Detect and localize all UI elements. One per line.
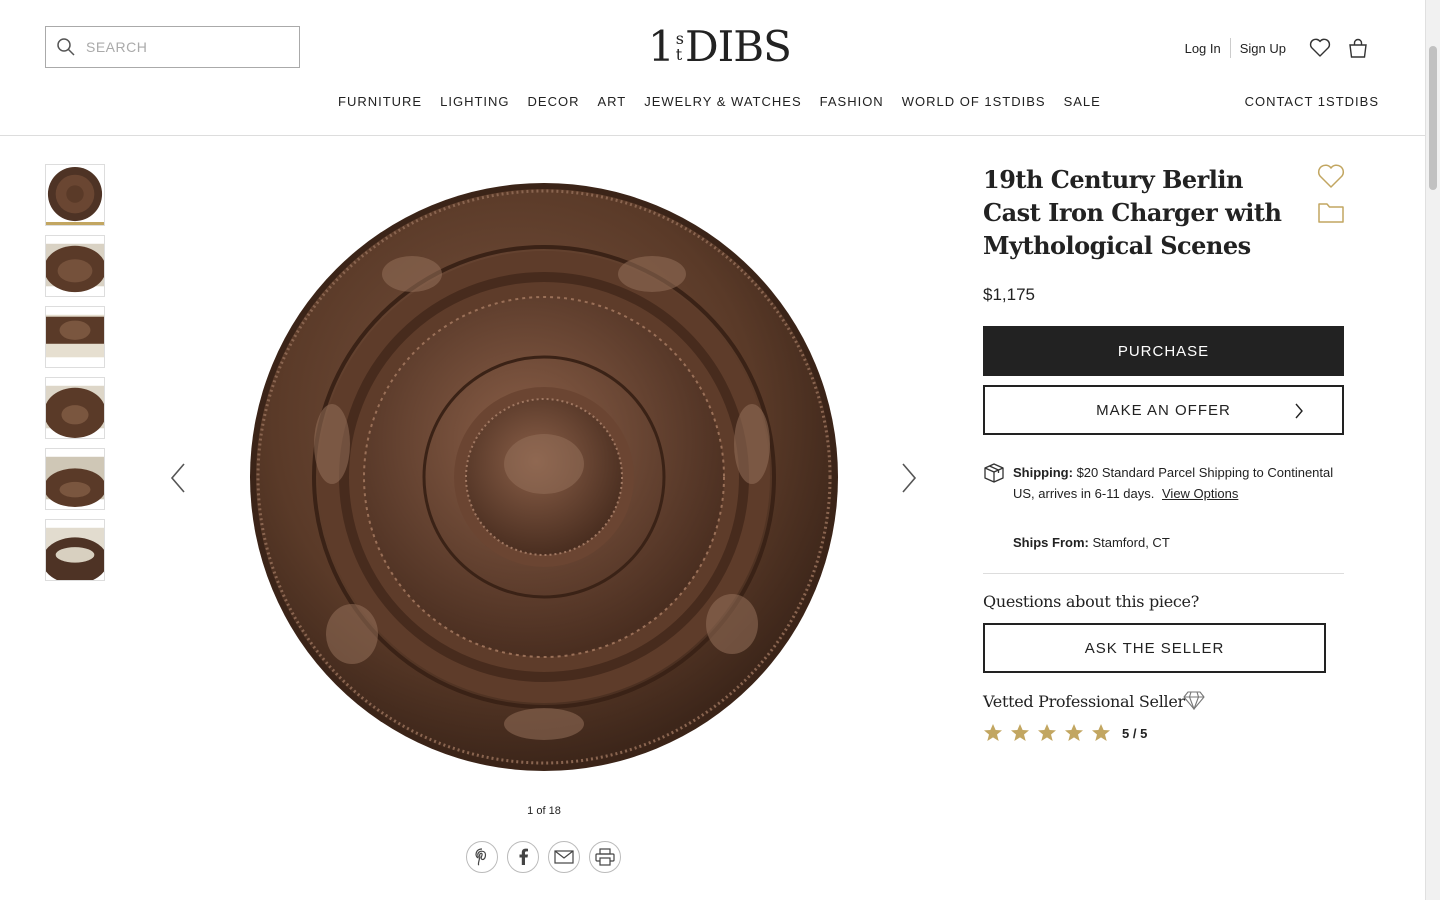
nav-list: FURNITURE LIGHTING DECOR ART JEWELRY & W…	[338, 94, 1101, 109]
star-icon	[1065, 724, 1083, 741]
thumbnail-3[interactable]	[45, 306, 105, 368]
shipping-info: Shipping: $20 Standard Parcel Shipping t…	[1013, 462, 1346, 504]
nav-item-furniture[interactable]: FURNITURE	[338, 94, 422, 109]
thumbnail-image	[46, 456, 104, 508]
nav-item-lighting[interactable]: LIGHTING	[440, 94, 509, 109]
pinterest-share-button[interactable]	[466, 841, 498, 873]
pinterest-icon	[475, 848, 487, 866]
chevron-right-icon	[902, 463, 917, 493]
shipping-box-icon	[983, 462, 1005, 484]
search-input[interactable]	[86, 39, 286, 55]
star-icon	[1011, 724, 1029, 741]
signup-link[interactable]: Sign Up	[1231, 41, 1295, 56]
view-options-link[interactable]: View Options	[1162, 486, 1238, 501]
image-counter: 1 of 18	[527, 805, 561, 817]
product-main-image[interactable]	[232, 164, 856, 794]
star-icon	[1092, 724, 1110, 741]
nav-item-sale[interactable]: SALE	[1064, 94, 1101, 109]
nav-item-jewelry-watches[interactable]: JEWELRY & WATCHES	[644, 94, 801, 109]
favorite-item-button[interactable]	[1317, 163, 1345, 189]
logo-st: s t	[676, 31, 684, 63]
thumbnail-1[interactable]	[45, 164, 105, 226]
favorites-button[interactable]	[1307, 36, 1333, 60]
share-bar	[466, 841, 621, 873]
contact-link[interactable]: CONTACT 1STDIBS	[1245, 94, 1379, 109]
thumbnail-6[interactable]	[45, 519, 105, 581]
ask-seller-button[interactable]: ASK THE SELLER	[983, 623, 1326, 673]
thumbnail-4[interactable]	[45, 377, 105, 439]
vetted-seller-label: Vetted Professional Seller	[983, 692, 1185, 711]
ask-seller-label: ASK THE SELLER	[1084, 639, 1225, 657]
nav-item-world-of-1stdibs[interactable]: WORLD OF 1STDIBS	[902, 94, 1046, 109]
heart-icon	[1317, 164, 1345, 188]
make-offer-label: MAKE AN OFFER	[1096, 401, 1231, 419]
product-price: $1,175	[983, 285, 1035, 304]
gallery-next-button[interactable]	[898, 462, 918, 494]
star-icon	[1038, 724, 1056, 741]
email-icon	[554, 850, 574, 864]
thumbnail-image	[46, 314, 104, 358]
chevron-right-icon	[1295, 403, 1303, 419]
heart-icon	[1309, 38, 1331, 57]
rating-value: 5 / 5	[1122, 725, 1148, 741]
nav-item-fashion[interactable]: FASHION	[820, 94, 884, 109]
cart-button[interactable]	[1345, 36, 1371, 60]
scrollbar-thumb[interactable]	[1429, 46, 1437, 190]
login-link[interactable]: Log In	[1176, 41, 1230, 56]
thumbnail-image	[47, 166, 103, 222]
thumbnail-strip	[45, 164, 105, 590]
main-nav: FURNITURE LIGHTING DECOR ART JEWELRY & W…	[0, 94, 1425, 114]
nav-item-art[interactable]: ART	[597, 94, 626, 109]
print-button[interactable]	[589, 841, 621, 873]
logo-one: 1	[648, 22, 675, 71]
ships-from-label: Ships From:	[1013, 535, 1089, 550]
account-bar: Log In Sign Up	[1176, 36, 1371, 60]
site-header: 1 s t DIBS Log In Sign Up FURNITURE LIGH…	[0, 0, 1425, 136]
diamond-icon[interactable]	[1183, 690, 1205, 711]
thumbnail-image	[46, 243, 104, 293]
charger-image	[250, 183, 838, 771]
logo-t: t	[675, 45, 683, 64]
thumbnail-2[interactable]	[45, 235, 105, 297]
purchase-label: PURCHASE	[1117, 342, 1210, 360]
search-box[interactable]	[45, 26, 300, 68]
thumbnail-image	[46, 385, 104, 438]
page-scrollbar[interactable]	[1425, 0, 1440, 900]
logo-dibs: DIBS	[684, 22, 792, 71]
gallery-prev-button[interactable]	[169, 462, 189, 494]
product-title: 19th Century Berlin Cast Iron Charger wi…	[983, 165, 1282, 260]
purchase-button[interactable]: PURCHASE	[983, 326, 1344, 376]
shipping-label: Shipping:	[1013, 465, 1073, 480]
facebook-icon	[519, 848, 528, 865]
questions-heading: Questions about this piece?	[983, 592, 1200, 611]
facebook-share-button[interactable]	[507, 841, 539, 873]
thumbnail-5[interactable]	[45, 448, 105, 510]
seller-rating: 5 / 5	[983, 723, 1147, 743]
nav-item-decor[interactable]: DECOR	[528, 94, 580, 109]
site-logo[interactable]: 1 s t DIBS	[648, 22, 792, 71]
bag-icon	[1349, 38, 1367, 58]
email-share-button[interactable]	[548, 841, 580, 873]
thumbnail-image	[46, 527, 104, 580]
save-to-folder-button[interactable]	[1317, 200, 1345, 224]
search-icon	[57, 38, 75, 56]
print-icon	[595, 848, 615, 866]
chevron-left-icon	[170, 463, 185, 493]
ships-from-value: Stamford, CT	[1092, 535, 1170, 550]
section-divider	[983, 573, 1344, 574]
star-icon	[984, 724, 1002, 741]
folder-icon	[1318, 203, 1344, 223]
make-offer-button[interactable]: MAKE AN OFFER	[983, 385, 1344, 435]
ships-from: Ships From: Stamford, CT	[1013, 535, 1170, 550]
